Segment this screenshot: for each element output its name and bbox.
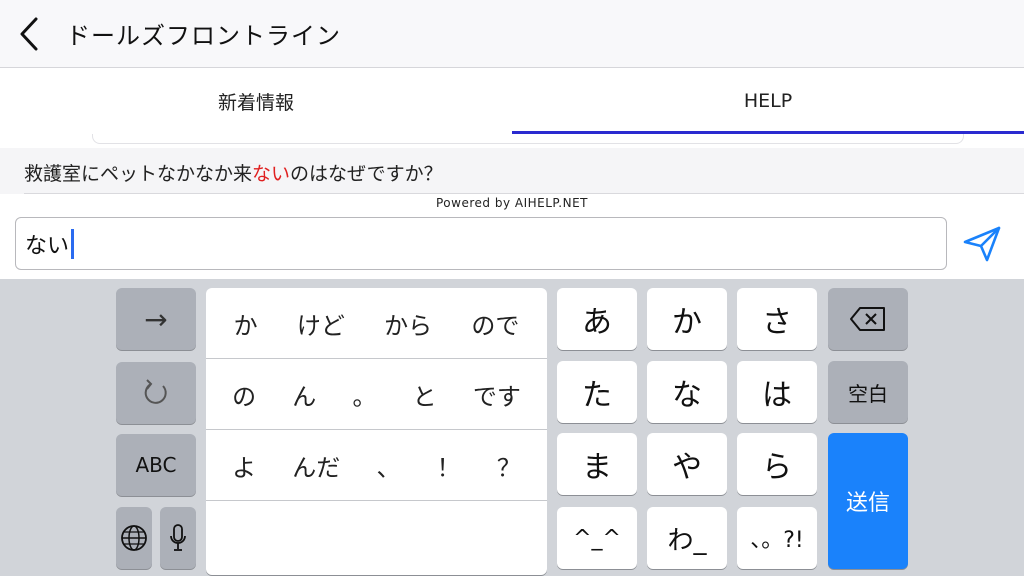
kana-key-na[interactable]: な xyxy=(647,361,727,423)
candidate-item[interactable]: ので xyxy=(467,306,523,341)
chevron-left-icon xyxy=(20,17,38,50)
punctuation-key[interactable]: 、。?! xyxy=(737,507,817,569)
message-input-value: ない xyxy=(25,233,70,259)
tab-news[interactable]: 新着情報 xyxy=(0,68,512,134)
candidate-item[interactable]: か xyxy=(230,306,262,341)
suggestion-suffix: のはなぜですか？ xyxy=(290,163,443,185)
app-header: ドールズフロントライン xyxy=(0,0,1024,68)
candidate-item[interactable]: よ xyxy=(228,448,260,483)
next-arrow-key[interactable]: → xyxy=(116,288,196,350)
paper-plane-icon xyxy=(963,226,1001,262)
candidate-item[interactable]: ？ xyxy=(493,448,525,483)
globe-key[interactable] xyxy=(116,507,152,569)
page-title: ドールズフロントライン xyxy=(66,22,341,50)
kana-key-ta[interactable]: た xyxy=(557,361,637,423)
send-button[interactable] xyxy=(958,222,1006,266)
microphone-key[interactable] xyxy=(160,507,196,569)
kana-key-ha[interactable]: は xyxy=(737,361,817,423)
suggestion-prefix: 救護室にペットなかなか来 xyxy=(24,163,253,185)
space-key[interactable]: 空白 xyxy=(828,361,908,423)
kaomoji-key[interactable]: ^_^ xyxy=(557,507,637,569)
kana-key-a[interactable]: あ xyxy=(557,288,637,350)
kana-key-ma[interactable]: ま xyxy=(557,433,637,495)
suggestion-highlight: ない xyxy=(252,163,291,185)
candidate-item[interactable]: です xyxy=(469,377,525,412)
kana-key-ka[interactable]: か xyxy=(647,288,727,350)
tab-help[interactable]: HELP xyxy=(512,68,1024,134)
tab-bar: 新着情報 HELP xyxy=(0,68,1024,134)
kana-key-ra[interactable]: ら xyxy=(737,433,817,495)
candidate-item[interactable]: 。 xyxy=(348,377,380,412)
keyboard: → ABC か けど から ので の ん 。 と です よ んだ 、 ！ ？ あ… xyxy=(0,279,1024,576)
suggestion-row[interactable]: 救護室にペットなかなか来ないのはなぜですか？ xyxy=(0,148,1024,194)
candidate-item[interactable]: ！ xyxy=(433,448,465,483)
candidate-item[interactable]: 、 xyxy=(372,448,404,483)
candidate-item[interactable]: けど xyxy=(293,306,349,341)
undo-icon xyxy=(144,379,167,404)
microphone-icon xyxy=(170,524,186,551)
text-caret xyxy=(71,228,75,259)
candidate-item[interactable]: ん xyxy=(288,377,320,412)
suggestion-text[interactable]: 救護室にペットなかなか来ないのはなぜですか？ xyxy=(24,159,443,186)
candidate-row: の ん 。 と です xyxy=(206,359,547,429)
kana-key-wa[interactable]: わ_ xyxy=(647,507,727,569)
backspace-icon xyxy=(850,307,885,331)
powered-by-label: Powered by AIHELP.NET xyxy=(436,196,588,210)
globe-icon xyxy=(121,525,147,551)
previous-card-edge xyxy=(92,134,964,144)
send-key[interactable]: 送信 xyxy=(828,433,908,569)
candidate-row: よ んだ 、 ！ ？ xyxy=(206,430,547,500)
kana-key-sa[interactable]: さ xyxy=(737,288,817,350)
candidate-item[interactable]: から xyxy=(380,306,436,341)
candidate-item[interactable]: の xyxy=(228,377,260,412)
back-button[interactable] xyxy=(0,0,58,68)
candidate-row: か けど から ので xyxy=(206,288,547,358)
candidate-item[interactable]: と xyxy=(409,377,441,412)
undo-key[interactable] xyxy=(116,362,196,424)
candidate-panel: か けど から ので の ん 。 と です よ んだ 、 ！ ？ xyxy=(206,288,547,575)
message-input[interactable]: ない xyxy=(15,217,947,270)
candidate-item[interactable]: んだ xyxy=(288,448,344,483)
divider xyxy=(24,193,1024,194)
divider xyxy=(206,500,547,501)
abc-key[interactable]: ABC xyxy=(116,434,196,496)
kana-key-ya[interactable]: や xyxy=(647,433,727,495)
delete-key[interactable] xyxy=(828,288,908,350)
